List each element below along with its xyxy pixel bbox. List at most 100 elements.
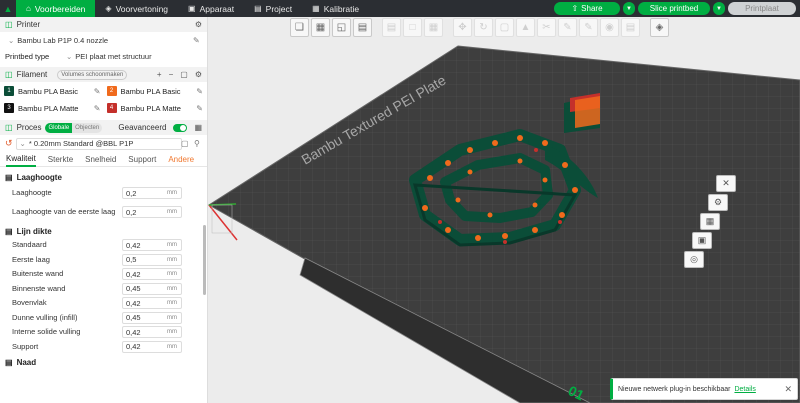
- tab-calibration-label: Kalibratie: [323, 3, 360, 14]
- lay-on-face-tool[interactable]: ▲: [516, 18, 535, 37]
- support-paint-tool[interactable]: ✎: [558, 18, 577, 37]
- param-row: Eerste laag 0,5 mm: [0, 253, 207, 268]
- bed-type-select[interactable]: ⌄ PEI plaat met structuur: [63, 51, 199, 63]
- compare-icon[interactable]: ▦: [194, 123, 202, 132]
- save-icon[interactable]: ▢: [181, 139, 189, 148]
- print-dropdown-toggle[interactable]: ▼: [713, 2, 725, 15]
- sidebar-scrollbar[interactable]: [203, 225, 206, 295]
- add-icon[interactable]: +: [157, 70, 162, 79]
- filament-name: Bambu PLA Basic: [120, 86, 181, 96]
- param-unit: mm: [167, 329, 177, 336]
- split-objects-tool[interactable]: ▤: [382, 18, 401, 37]
- auto-orient-tool[interactable]: ◱: [332, 18, 351, 37]
- color-paint-tool[interactable]: ◉: [600, 18, 619, 37]
- param-input[interactable]: 0,42 mm: [122, 239, 182, 252]
- printer-header-label: Printer: [16, 20, 41, 29]
- gear-icon[interactable]: ⚙: [195, 20, 202, 29]
- add-object-tool[interactable]: ❏: [290, 18, 309, 37]
- share-label: Share: [581, 4, 603, 13]
- tab-speed[interactable]: Snelheid: [85, 155, 116, 164]
- process-preset-select[interactable]: ⌄ * 0.20mm Standard @BBL P1P: [15, 137, 182, 150]
- gear-icon[interactable]: ⚙: [195, 70, 202, 79]
- seam-paint-tool[interactable]: ✎: [579, 18, 598, 37]
- filament-swatch[interactable]: 3: [4, 103, 14, 113]
- toggle-objects[interactable]: Objecten: [72, 122, 103, 133]
- lock-plate-button[interactable]: ▣: [692, 232, 712, 249]
- chevron-down-icon: ▼: [626, 5, 632, 12]
- app-logo-icon: ▲: [3, 3, 13, 14]
- print-button[interactable]: Printplaat: [728, 2, 796, 15]
- param-input[interactable]: 0,42 mm: [122, 297, 182, 310]
- viewport-3d[interactable]: Bambu Textured PEI Plate 01 ❏ ▦ ◱ ▤ ▤ □ …: [208, 17, 800, 403]
- param-input[interactable]: 0,2 mm: [122, 187, 182, 199]
- filament-item-2[interactable]: 2 Bambu PLA Basic ✎: [106, 84, 203, 98]
- move-tool[interactable]: ✥: [453, 18, 472, 37]
- layer-tool[interactable]: ▦: [424, 18, 443, 37]
- tab-calibration[interactable]: ▦ Kalibratie: [302, 0, 369, 17]
- sync-icon[interactable]: ▢: [180, 70, 188, 79]
- plate-settings-button[interactable]: ⚙: [708, 194, 728, 211]
- tab-preview[interactable]: ◈ Voorvertoning: [95, 0, 178, 17]
- process-icon: ◫: [5, 123, 13, 132]
- edit-icon[interactable]: ✎: [193, 36, 200, 45]
- tab-project[interactable]: ▤ Project: [244, 0, 302, 17]
- process-header-label: Proces: [16, 123, 42, 132]
- edit-icon[interactable]: ✎: [94, 104, 101, 113]
- param-unit: mm: [167, 300, 177, 307]
- filament-swatch[interactable]: 1: [4, 86, 14, 96]
- filament-number: 4: [109, 105, 114, 111]
- param-input[interactable]: 0,2 mm: [122, 206, 182, 218]
- printer-model-select[interactable]: ⌄ Bambu Lab P1P 0.4 nozzle: [5, 35, 193, 47]
- edit-icon[interactable]: ✎: [94, 87, 101, 96]
- param-label: Support: [12, 341, 39, 351]
- arrange-tool[interactable]: ▤: [353, 18, 372, 37]
- tab-prepare[interactable]: ⌂ Voorbereiden: [16, 0, 96, 17]
- filament-swatch[interactable]: 4: [106, 103, 117, 113]
- slice-button[interactable]: Slice printbed: [638, 2, 710, 15]
- tab-others[interactable]: Andere: [168, 155, 194, 164]
- edit-icon[interactable]: ✎: [196, 104, 203, 113]
- reset-icon[interactable]: ↺: [5, 138, 13, 149]
- measure-tool[interactable]: ▤: [621, 18, 640, 37]
- scale-tool[interactable]: ▢: [495, 18, 514, 37]
- param-value: 0,42: [126, 327, 141, 337]
- toggle-global[interactable]: Globale: [45, 122, 73, 133]
- param-input[interactable]: 0,42 mm: [122, 340, 182, 353]
- slice-dropdown-toggle[interactable]: ▼: [623, 2, 635, 15]
- tab-device-label: Apparaat: [199, 3, 235, 14]
- share-button[interactable]: ⇧ Share: [554, 2, 620, 15]
- remove-icon[interactable]: −: [169, 70, 174, 79]
- filament-item-1[interactable]: 1 Bambu PLA Basic ✎: [4, 84, 101, 98]
- plate-view-button[interactable]: ◎: [684, 251, 704, 268]
- tab-project-label: Project: [265, 3, 293, 14]
- arrange-plate-button[interactable]: ▦: [700, 213, 720, 230]
- param-input[interactable]: 0,45 mm: [122, 311, 182, 324]
- filament-item-3[interactable]: 3 Bambu PLA Matte ✎: [4, 101, 101, 115]
- global-objects-toggle[interactable]: Globale Objecten: [45, 122, 103, 133]
- clean-volumes-button[interactable]: Volumes schoonmaken: [57, 69, 128, 80]
- cut-tool[interactable]: ✂: [537, 18, 556, 37]
- top-bar: ▲ ⌂ Voorbereiden ◈ Voorvertoning ▣ Appar…: [0, 0, 800, 17]
- close-icon[interactable]: ✕: [784, 384, 792, 395]
- search-icon[interactable]: ⚲: [194, 139, 200, 148]
- notification-details-link[interactable]: Details: [734, 386, 755, 393]
- add-plate-tool[interactable]: ▦: [311, 18, 330, 37]
- param-input[interactable]: 0,5 mm: [122, 253, 182, 266]
- param-input[interactable]: 0,42 mm: [122, 326, 182, 339]
- assembly-tool[interactable]: ◈: [650, 18, 669, 37]
- tab-support[interactable]: Support: [128, 155, 156, 164]
- rotate-tool[interactable]: ↻: [474, 18, 493, 37]
- tab-strength[interactable]: Sterkte: [48, 155, 73, 164]
- advanced-toggle[interactable]: [173, 123, 188, 132]
- close-plate-button[interactable]: ✕: [716, 175, 736, 192]
- edit-icon[interactable]: ✎: [196, 87, 203, 96]
- tab-device[interactable]: ▣ Apparaat: [178, 0, 244, 17]
- split-parts-tool[interactable]: □: [403, 18, 422, 37]
- filament-name: Bambu PLA Matte: [120, 103, 181, 113]
- tab-quality[interactable]: Kwaliteit: [6, 152, 36, 167]
- filament-item-4[interactable]: 4 Bambu PLA Matte ✎: [106, 101, 203, 115]
- param-input[interactable]: 0,45 mm: [122, 282, 182, 295]
- param-input[interactable]: 0,42 mm: [122, 268, 182, 281]
- filament-swatch[interactable]: 2: [106, 86, 117, 96]
- param-value: 0,45: [126, 284, 141, 294]
